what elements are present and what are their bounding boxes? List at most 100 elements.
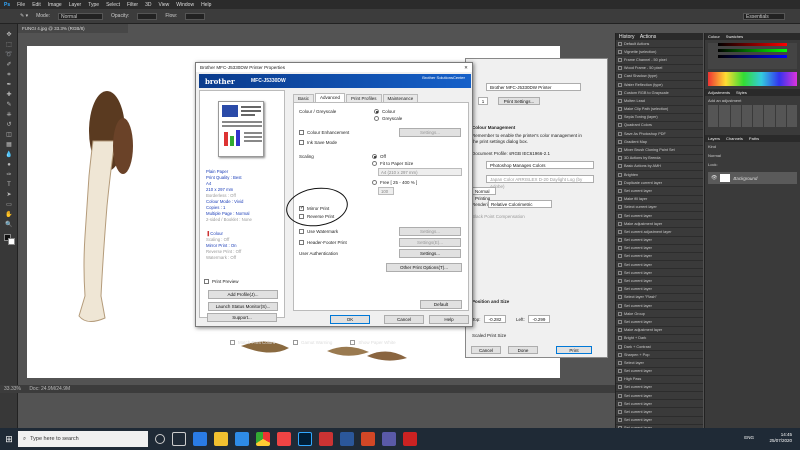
type-tool-icon[interactable]: T: [4, 182, 14, 189]
pen-tool-icon[interactable]: ✑: [4, 172, 14, 179]
left-field[interactable]: -0.299: [528, 315, 550, 323]
balance-icon[interactable]: [775, 105, 786, 127]
action-checkbox[interactable]: [618, 197, 622, 202]
acrobat-icon[interactable]: [319, 432, 333, 446]
action-row[interactable]: Dark + Contrast: [616, 343, 703, 352]
action-row[interactable]: Set current layer: [616, 392, 703, 401]
action-row[interactable]: Set current layer: [616, 400, 703, 409]
action-checkbox[interactable]: [618, 41, 622, 46]
action-row[interactable]: Mixer Brush Cloning Paint Set: [616, 146, 703, 155]
action-row[interactable]: Default Actions: [616, 40, 703, 49]
action-checkbox[interactable]: [618, 344, 622, 349]
taskbar-search[interactable]: ⌕ Type here to search: [18, 431, 148, 447]
stamp-tool-icon[interactable]: ⎈: [4, 112, 14, 119]
zoom-level[interactable]: 33.33%: [4, 386, 21, 392]
rendering-intent-select[interactable]: Relative Colorimetric: [488, 200, 552, 208]
tab-basic[interactable]: Basic: [293, 94, 315, 102]
action-checkbox[interactable]: [618, 180, 622, 185]
action-checkbox[interactable]: [618, 418, 622, 423]
gamut-warning-checkbox[interactable]: Gamut Warning: [293, 340, 332, 345]
brush-preset[interactable]: ✎ ▾: [20, 13, 28, 19]
close-icon[interactable]: ✕: [464, 65, 468, 70]
background-color-icon[interactable]: [8, 238, 15, 245]
menu-select[interactable]: Select: [106, 2, 120, 8]
action-checkbox[interactable]: [618, 107, 622, 112]
action-checkbox[interactable]: [618, 57, 622, 62]
action-checkbox[interactable]: [618, 131, 622, 136]
menu-3d[interactable]: 3D: [145, 2, 151, 8]
help-button[interactable]: Help: [429, 315, 469, 324]
color-spectrum[interactable]: [708, 72, 797, 86]
menu-type[interactable]: Type: [88, 2, 99, 8]
action-row[interactable]: Set current layer: [616, 269, 703, 278]
header-footer-settings-button[interactable]: Settings(E)...: [399, 238, 461, 247]
gradient-tool-icon[interactable]: ▦: [4, 142, 14, 149]
tab-adjustments[interactable]: Adjustments: [708, 90, 730, 95]
color-picker[interactable]: [708, 43, 797, 69]
paper-white-checkbox[interactable]: Show Paper White: [350, 340, 396, 345]
action-row[interactable]: Frame Channel - 50 pixel: [616, 56, 703, 65]
action-row[interactable]: High Pass: [616, 376, 703, 384]
action-row[interactable]: Set current layer: [616, 408, 703, 417]
action-row[interactable]: Duplicate current layer: [616, 179, 703, 188]
blur-tool-icon[interactable]: 💧: [4, 152, 14, 159]
action-row[interactable]: Sharpen + Pop: [616, 351, 703, 360]
action-row[interactable]: Set current layer: [616, 212, 703, 221]
edge-icon[interactable]: [193, 432, 207, 446]
tab-channels[interactable]: Channels: [726, 136, 743, 141]
lang-indicator[interactable]: ENG: [744, 435, 754, 441]
action-row[interactable]: Quadrant Colors: [616, 122, 703, 131]
colour-enhancement-checkbox[interactable]: [299, 130, 304, 135]
action-row[interactable]: Make adjustment layer: [616, 220, 703, 229]
printer-select[interactable]: Brother MFC-J5330DW Printer: [486, 83, 581, 91]
lasso-tool-icon[interactable]: ➰: [4, 52, 14, 59]
vibrance-icon[interactable]: [753, 105, 764, 127]
action-row[interactable]: Set current adjustment layer: [616, 228, 703, 237]
user-authentication-settings-button[interactable]: Settings...: [399, 249, 461, 258]
zoom-tool-icon[interactable]: 🔍: [4, 222, 14, 229]
print-settings-button[interactable]: Print Settings...: [498, 97, 540, 105]
action-checkbox[interactable]: [618, 164, 622, 169]
menu-image[interactable]: Image: [48, 2, 62, 8]
header-footer-checkbox[interactable]: [299, 240, 304, 245]
action-row[interactable]: Save As Photoshop PDF: [616, 130, 703, 139]
brightness-icon[interactable]: [708, 105, 719, 127]
tab-maintenance[interactable]: Maintenance: [382, 94, 419, 102]
watermark-settings-button[interactable]: Settings...: [399, 227, 461, 236]
solutions-center-link[interactable]: Brother SolutionsCenter: [422, 75, 465, 81]
action-checkbox[interactable]: [618, 221, 622, 226]
exposure-icon[interactable]: [741, 105, 752, 127]
action-checkbox[interactable]: [618, 148, 622, 153]
action-row[interactable]: Gradient Map: [616, 138, 703, 147]
cancel-button[interactable]: Cancel: [384, 315, 424, 324]
action-checkbox[interactable]: [618, 410, 622, 415]
curves-icon[interactable]: [730, 105, 741, 127]
print-preview-checkbox[interactable]: [204, 279, 209, 284]
default-button[interactable]: Default: [420, 300, 462, 309]
marquee-tool-icon[interactable]: ⬚: [4, 42, 14, 49]
layer-row-background[interactable]: 👁 Background: [708, 172, 797, 184]
action-checkbox[interactable]: [618, 156, 622, 161]
action-row[interactable]: Water Reflection (type): [616, 81, 703, 90]
photoshop-taskbar-icon[interactable]: [298, 432, 312, 446]
action-row[interactable]: Select layer: [616, 359, 703, 368]
action-checkbox[interactable]: [618, 328, 622, 333]
action-row[interactable]: Set current layer: [616, 384, 703, 393]
app2-icon[interactable]: [382, 432, 396, 446]
action-row[interactable]: Set current layer: [616, 318, 703, 327]
tab-styles[interactable]: Styles: [736, 90, 747, 95]
action-checkbox[interactable]: [618, 254, 622, 259]
action-checkbox[interactable]: [618, 238, 622, 243]
proof-select[interactable]: Normal Printing: [472, 187, 496, 201]
eraser-tool-icon[interactable]: ◫: [4, 132, 14, 139]
back-cancel-button[interactable]: Cancel: [471, 346, 501, 354]
eye-icon[interactable]: 👁: [711, 175, 717, 181]
tab-actions[interactable]: Actions: [640, 34, 656, 40]
action-checkbox[interactable]: [618, 49, 622, 54]
action-checkbox[interactable]: [618, 205, 622, 210]
action-row[interactable]: Set current layer: [616, 302, 703, 311]
action-checkbox[interactable]: [618, 270, 622, 275]
store-icon[interactable]: [235, 432, 249, 446]
copies-field[interactable]: 1: [478, 97, 488, 105]
action-checkbox[interactable]: [618, 319, 622, 324]
